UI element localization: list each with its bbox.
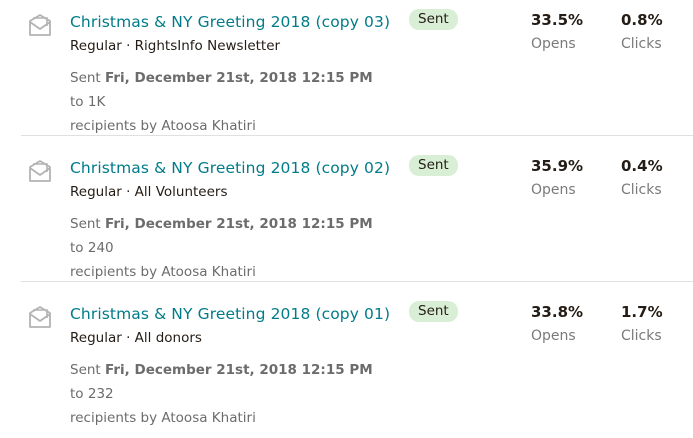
sent-details: Sent Fri, December 21st, 2018 12:15 PM t… [70, 358, 390, 430]
clicks-label: Clicks [621, 182, 662, 198]
opens-value: 33.5% [531, 11, 584, 29]
clicks-value: 0.4% [621, 157, 663, 175]
campaign-title-link[interactable]: Christmas & NY Greeting 2018 (copy 02) [70, 159, 390, 177]
campaign-type: Regular [70, 38, 122, 54]
campaign-audience: RightsInfo Newsletter [134, 38, 281, 54]
separator-dot: · [126, 38, 131, 54]
row-divider [21, 135, 693, 136]
campaign-type: Regular [70, 184, 122, 200]
clicks-value: 0.8% [621, 11, 663, 29]
opens-label: Opens [531, 328, 576, 344]
recipient-count: 232 [87, 386, 114, 402]
sent-prefix: Sent [70, 216, 101, 232]
email-envelope-icon [27, 12, 53, 38]
row-divider [21, 281, 693, 282]
campaign-audience: All donors [134, 330, 202, 346]
recipients-by: recipients by Atoosa Khatiri [70, 118, 256, 134]
status-badge: Sent [409, 9, 458, 30]
sent-prefix: Sent [70, 362, 101, 378]
email-envelope-icon [27, 304, 53, 330]
email-envelope-icon [27, 158, 53, 184]
campaign-row: Christmas & NY Greeting 2018 (copy 03) R… [0, 0, 693, 146]
campaign-type-line: Regular · All Volunteers [70, 184, 228, 200]
separator-dot: · [126, 330, 131, 346]
to-word: to [70, 94, 84, 110]
sent-date: Fri, December 21st, 2018 12:15 PM [105, 362, 373, 378]
campaign-audience: All Volunteers [134, 184, 228, 200]
to-word: to [70, 386, 84, 402]
clicks-value: 1.7% [621, 303, 663, 321]
campaign-title-link[interactable]: Christmas & NY Greeting 2018 (copy 03) [70, 13, 390, 31]
campaign-type-line: Regular · All donors [70, 330, 202, 346]
recipient-count: 240 [87, 240, 114, 256]
sent-date: Fri, December 21st, 2018 12:15 PM [105, 70, 373, 86]
campaign-type-line: Regular · RightsInfo Newsletter [70, 38, 280, 54]
status-badge: Sent [409, 155, 458, 176]
opens-label: Opens [531, 182, 576, 198]
recipients-by: recipients by Atoosa Khatiri [70, 264, 256, 280]
separator-dot: · [126, 184, 131, 200]
clicks-label: Clicks [621, 328, 662, 344]
sent-date: Fri, December 21st, 2018 12:15 PM [105, 216, 373, 232]
status-badge: Sent [409, 301, 458, 322]
sent-details: Sent Fri, December 21st, 2018 12:15 PM t… [70, 212, 390, 284]
campaign-title-link[interactable]: Christmas & NY Greeting 2018 (copy 01) [70, 305, 390, 323]
opens-value: 33.8% [531, 303, 584, 321]
campaign-row: Christmas & NY Greeting 2018 (copy 01) R… [0, 292, 693, 438]
recipient-count: 1K [87, 94, 106, 110]
opens-value: 35.9% [531, 157, 584, 175]
sent-details: Sent Fri, December 21st, 2018 12:15 PM t… [70, 66, 390, 138]
sent-prefix: Sent [70, 70, 101, 86]
to-word: to [70, 240, 84, 256]
opens-label: Opens [531, 36, 576, 52]
clicks-label: Clicks [621, 36, 662, 52]
campaign-type: Regular [70, 330, 122, 346]
campaign-row: Christmas & NY Greeting 2018 (copy 02) R… [0, 146, 693, 292]
recipients-by: recipients by Atoosa Khatiri [70, 410, 256, 426]
